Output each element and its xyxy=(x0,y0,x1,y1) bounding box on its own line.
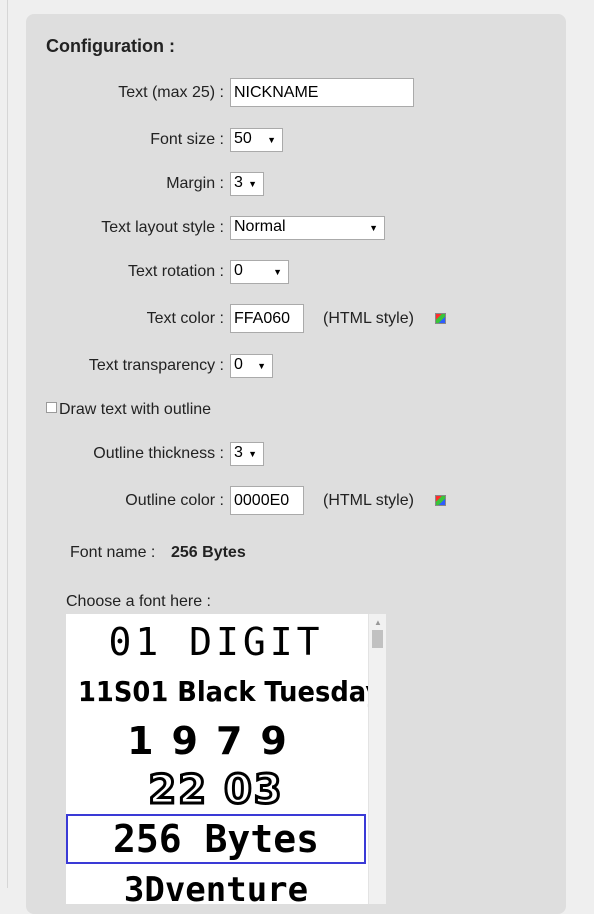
font-item-256-bytes[interactable]: 256 Bytes xyxy=(66,814,366,864)
text-color-label: Text color : xyxy=(146,310,224,327)
font-item-22-03[interactable]: 22 03 xyxy=(66,766,366,815)
dropdown-arrow-icon: ▼ xyxy=(273,267,282,277)
font-name-label: Font name : xyxy=(70,544,156,561)
font-size-value: 50 xyxy=(234,130,252,147)
font-name-value: 256 Bytes xyxy=(171,544,246,561)
page-left-border xyxy=(7,0,8,888)
outline-thickness-select[interactable]: 3 ▼ xyxy=(230,442,264,466)
transparency-value: 0 xyxy=(234,356,243,373)
layout-style-select[interactable]: Normal ▼ xyxy=(230,216,385,240)
outline-color-label: Outline color : xyxy=(125,492,224,509)
text-input[interactable] xyxy=(230,78,414,107)
outline-checkbox-label[interactable]: Draw text with outline xyxy=(59,401,211,419)
font-list[interactable]: 01 DIGIT 11S01 Black Tuesday 1979 22 03 … xyxy=(66,614,368,904)
rotation-value: 0 xyxy=(234,262,243,279)
color-picker-icon[interactable] xyxy=(435,495,446,506)
font-list-scrollbar[interactable]: ▲ xyxy=(368,614,386,904)
layout-style-value: Normal xyxy=(234,218,286,235)
scroll-up-icon[interactable]: ▲ xyxy=(374,618,382,627)
color-picker-icon[interactable] xyxy=(435,313,446,324)
font-item-1979[interactable]: 1979 xyxy=(66,718,366,764)
font-item-3dventure[interactable]: 3Dventure xyxy=(66,870,366,904)
transparency-select[interactable]: 0 ▼ xyxy=(230,354,273,378)
dropdown-arrow-icon: ▼ xyxy=(267,135,276,145)
margin-value: 3 xyxy=(234,174,243,191)
margin-label: Margin : xyxy=(166,175,224,192)
layout-style-label: Text layout style : xyxy=(101,219,224,236)
rotation-select[interactable]: 0 ▼ xyxy=(230,260,289,284)
transparency-label: Text transparency : xyxy=(88,357,224,374)
font-size-select[interactable]: 50 ▼ xyxy=(230,128,283,152)
font-item-11s01-black-tuesday[interactable]: 11S01 Black Tuesday xyxy=(78,672,368,712)
dropdown-arrow-icon: ▼ xyxy=(248,449,257,459)
rotation-label: Text rotation : xyxy=(127,263,224,280)
text-color-hint: (HTML style) xyxy=(323,310,414,327)
dropdown-arrow-icon: ▼ xyxy=(248,179,257,189)
outline-thickness-value: 3 xyxy=(234,444,243,461)
font-size-label: Font size : xyxy=(150,131,224,148)
outline-checkbox[interactable] xyxy=(46,402,57,413)
dropdown-arrow-icon: ▼ xyxy=(257,361,266,371)
dropdown-arrow-icon: ▼ xyxy=(369,223,378,233)
font-item-01-digit[interactable]: 01 DIGIT xyxy=(66,620,366,664)
text-color-input[interactable] xyxy=(230,304,304,333)
config-heading: Configuration : xyxy=(46,36,175,56)
scrollbar-thumb[interactable] xyxy=(372,630,383,648)
margin-select[interactable]: 3 ▼ xyxy=(230,172,264,196)
choose-font-label: Choose a font here : xyxy=(66,593,211,610)
outline-color-hint: (HTML style) xyxy=(323,492,414,509)
outline-thickness-label: Outline thickness : xyxy=(93,445,224,462)
outline-color-input[interactable] xyxy=(230,486,304,515)
text-label: Text (max 25) : xyxy=(118,84,224,101)
